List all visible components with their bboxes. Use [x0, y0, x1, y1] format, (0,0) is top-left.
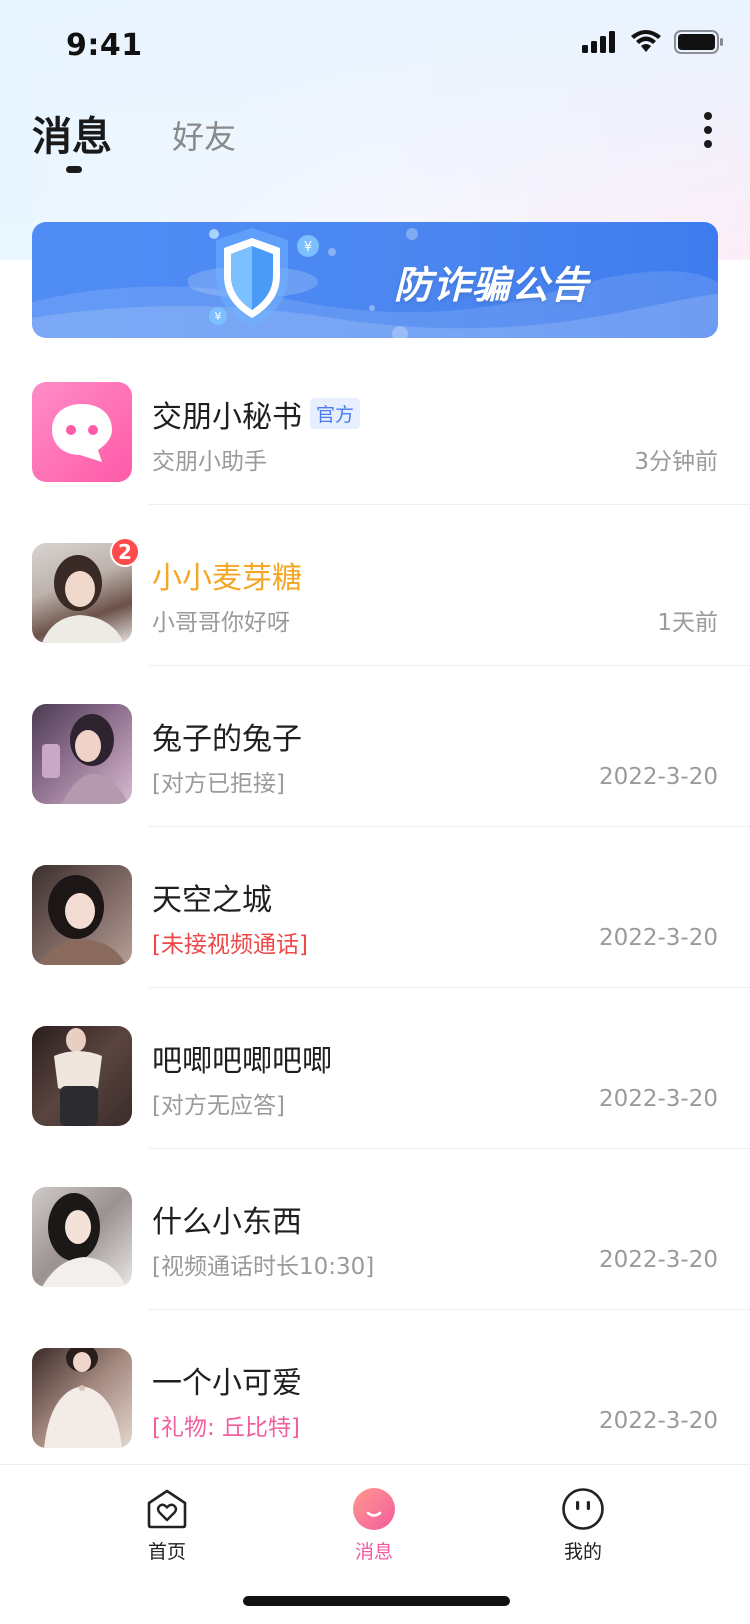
contact-name: 一个小可爱: [152, 1366, 302, 1401]
message-preview: [视频通话时长10:30]: [152, 1254, 375, 1280]
svg-text:¥: ¥: [215, 310, 222, 323]
contact-name: 兔子的兔子: [152, 722, 302, 757]
list-item[interactable]: 吧唧吧唧吧唧 [对方无应答] 2022-3-20: [0, 988, 750, 1149]
status-time: 9:41: [66, 28, 143, 63]
contact-name: 吧唧吧唧吧唧: [152, 1044, 332, 1079]
profile-face-icon: [562, 1488, 604, 1530]
avatar: [32, 1026, 132, 1126]
message-time: 1天前: [657, 610, 718, 636]
message-time: 2022-3-20: [598, 764, 718, 790]
home-indicator[interactable]: [243, 1596, 510, 1606]
chat-bubble-icon: [52, 404, 112, 462]
avatar-photo: [42, 1193, 126, 1287]
list-item[interactable]: 天空之城 [未接视频通话] 2022-3-20: [0, 827, 750, 988]
avatar: [32, 1187, 132, 1287]
list-item[interactable]: 兔子的兔子 [对方已拒接] 2022-3-20: [0, 666, 750, 827]
contact-name: 小小麦芽糖: [152, 561, 302, 596]
tabbar-label: 消息: [354, 1541, 393, 1563]
avatar: [32, 382, 132, 482]
message-time: 3分钟前: [634, 449, 718, 475]
more-dot-icon: [704, 126, 712, 134]
official-badge: 官方: [310, 398, 361, 429]
list-item[interactable]: 2 小小麦芽糖 小哥哥你好呀 1天前: [0, 505, 750, 666]
message-preview: [礼物: 丘比特]: [152, 1415, 301, 1441]
tab-friends[interactable]: 好友: [172, 112, 236, 158]
message-list: 交朋小秘书 官方 交朋小助手 3分钟前 2 小小麦芽糖 小哥哥你好呀 1天前 兔…: [0, 344, 750, 1471]
tab-messages[interactable]: 消息: [32, 104, 112, 162]
message-smile-icon: [353, 1488, 395, 1530]
tabbar-item-home[interactable]: 首页: [107, 1487, 227, 1564]
home-heart-icon: [147, 1489, 187, 1529]
battery-icon: [674, 30, 723, 54]
tab-active-indicator: [66, 166, 82, 173]
contact-name: 什么小东西: [152, 1205, 302, 1240]
message-time: 2022-3-20: [598, 1086, 718, 1112]
contact-name: 天空之城: [152, 883, 272, 918]
status-bar: 9:41: [0, 0, 750, 92]
more-options-button[interactable]: [690, 110, 726, 150]
avatar: [32, 1348, 132, 1448]
more-dot-icon: [704, 112, 712, 120]
avatar: [32, 704, 132, 804]
message-preview: [对方已拒接]: [152, 771, 285, 797]
tabbar-label: 我的: [563, 1541, 602, 1563]
list-item[interactable]: 什么小东西 [视频通话时长10:30] 2022-3-20: [0, 1149, 750, 1310]
tabbar-item-messages[interactable]: 消息: [314, 1487, 434, 1564]
signal-icon: [582, 31, 615, 53]
message-preview: [对方无应答]: [152, 1093, 285, 1119]
avatar: [32, 865, 132, 965]
message-time: 2022-3-20: [598, 925, 718, 951]
more-dot-icon: [704, 140, 712, 148]
avatar-photo: [42, 714, 128, 804]
avatar-photo: [44, 1348, 122, 1448]
message-time: 2022-3-20: [598, 1247, 718, 1273]
avatar-photo: [54, 1028, 102, 1126]
banner-title: 防诈骗公告: [394, 263, 590, 307]
status-icons: [582, 30, 724, 54]
message-preview: 交朋小助手: [152, 449, 267, 475]
list-item[interactable]: 交朋小秘书 官方 交朋小助手 3分钟前: [0, 344, 750, 505]
contact-name: 交朋小秘书: [152, 400, 302, 435]
list-item[interactable]: 一个小可爱 [礼物: 丘比特] 2022-3-20: [0, 1310, 750, 1471]
message-time: 2022-3-20: [598, 1408, 718, 1434]
tabbar-label: 首页: [147, 1541, 186, 1563]
anti-fraud-banner[interactable]: ¥ ¥ 防诈骗公告: [32, 222, 718, 338]
unread-badge: 2: [110, 537, 140, 567]
tabbar-item-profile[interactable]: 我的: [523, 1487, 643, 1564]
wifi-icon: [631, 30, 661, 52]
banner-wave-decoration: [32, 228, 718, 338]
message-preview: 小哥哥你好呀: [152, 610, 290, 636]
message-preview: [未接视频通话]: [152, 932, 308, 958]
shield-icon: ¥ ¥: [188, 228, 319, 328]
svg-text:¥: ¥: [304, 240, 312, 255]
header: 消息 好友: [0, 92, 750, 202]
avatar-photo: [38, 875, 126, 965]
